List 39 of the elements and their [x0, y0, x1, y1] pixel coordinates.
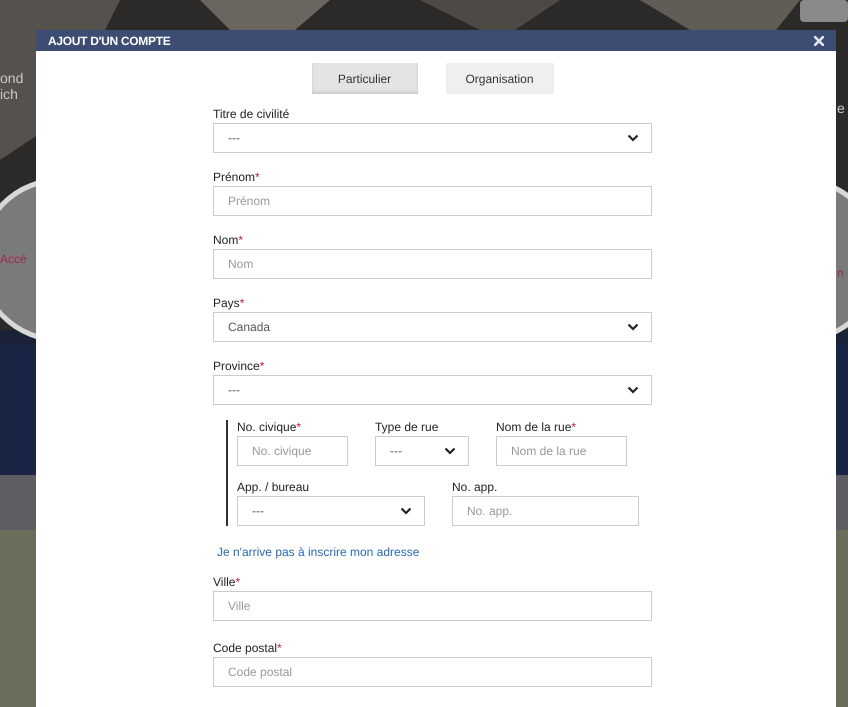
field-label: Nom*: [213, 233, 244, 247]
chevron-icon: [444, 447, 456, 455]
tab[interactable]: Particulier: [312, 63, 418, 94]
field-label: Pays*: [213, 296, 246, 310]
field-label: Titre de civilité: [213, 107, 290, 121]
dialog-title: AJOUT D'UN COMPTE: [48, 32, 170, 50]
field-label: No. civique*: [237, 420, 302, 434]
select-field[interactable]: ---: [213, 375, 652, 405]
input-field[interactable]: Nom: [213, 249, 652, 279]
tab[interactable]: Organisation: [446, 63, 554, 94]
background-text: Accé: [0, 252, 27, 266]
field-label: Code postal*: [213, 641, 283, 655]
select-field[interactable]: ---: [375, 436, 469, 466]
input-field[interactable]: Prénom: [213, 186, 652, 216]
field-label: App. / bureau: [237, 480, 310, 494]
input-field[interactable]: No. civique: [237, 436, 348, 466]
input-field[interactable]: Ville: [213, 591, 652, 621]
address-help-link[interactable]: Je n'arrive pas à inscrire mon adresse: [217, 543, 420, 561]
select-field[interactable]: ---: [213, 123, 652, 153]
chevron-icon: [627, 386, 639, 394]
chevron-icon: [400, 507, 412, 515]
close-icon[interactable]: [814, 36, 824, 46]
field-label: Ville*: [213, 575, 242, 589]
background-text: n: [837, 266, 844, 280]
background-text: e: [837, 100, 845, 116]
field-label: Type de rue: [375, 420, 440, 434]
background-text: ond: [0, 70, 24, 86]
select-field[interactable]: ---: [237, 496, 425, 526]
field-label: Province*: [213, 359, 266, 373]
field-label: Nom de la rue*: [496, 420, 578, 434]
chevron-icon: [627, 323, 639, 331]
input-field[interactable]: No. app.: [452, 496, 639, 526]
background-text: ich: [0, 86, 18, 102]
select-field[interactable]: Canada: [213, 312, 652, 342]
field-label: Prénom*: [213, 170, 261, 184]
input-field[interactable]: Code postal: [213, 657, 652, 687]
input-field[interactable]: Nom de la rue: [496, 436, 627, 466]
chevron-icon: [627, 134, 639, 142]
field-label: No. app.: [452, 480, 498, 494]
